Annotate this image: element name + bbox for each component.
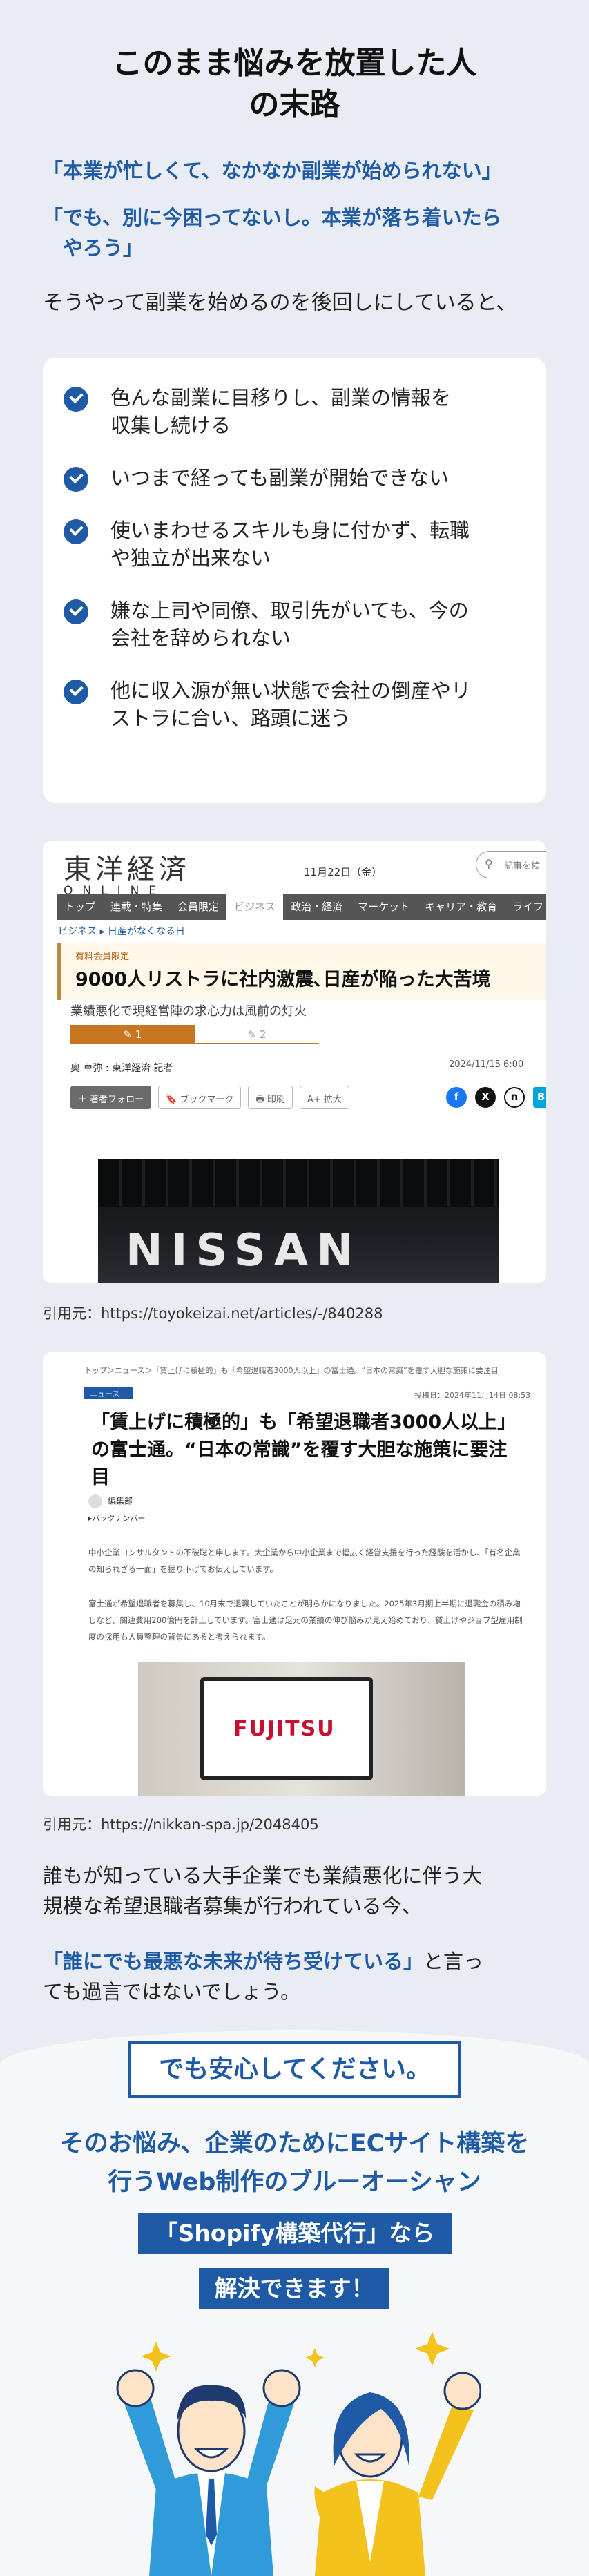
- member-badge: 有料会員限定: [75, 952, 130, 962]
- editor-name: 編集部: [88, 1494, 133, 1508]
- article-photo: FUJITSU: [138, 1662, 465, 1796]
- quote-3: やろう」: [43, 236, 144, 260]
- zoom-button[interactable]: A+ 拡大: [299, 1086, 349, 1109]
- nav-item[interactable]: 連載・特集: [103, 894, 170, 920]
- x-icon[interactable]: X: [475, 1087, 496, 1108]
- article-headline: 「賃上げに積極的」も「希望退職者3000人以上」の富士通。“日本の常識”を覆す大…: [91, 1412, 516, 1488]
- check-icon: [64, 519, 88, 544]
- quote-1: 「本業が忙しくて、なかなか副業が始められない」: [43, 159, 502, 182]
- lead-text: そうやって副業を始めるのを後回しにしていると、: [43, 291, 517, 315]
- title-line-2: の末路: [249, 87, 340, 122]
- relief-banner: でも安心してください。: [128, 2041, 461, 2098]
- search-icon: ⚲: [485, 857, 493, 870]
- search-input[interactable]: ⚲ 記事を検: [476, 851, 546, 878]
- social-buttons: f X n B!: [446, 1087, 546, 1108]
- search-placeholder: 記事を検: [504, 861, 541, 872]
- nav-item[interactable]: トップ: [57, 894, 103, 920]
- checklist-card: 色んな副業に目移りし、副業の情報を 収集し続ける いつまで経っても副業が開始できな…: [43, 358, 546, 803]
- article-photo: NISSAN: [98, 1159, 499, 1283]
- check-text: いつまで経っても副業が開始できない: [110, 466, 450, 490]
- breadcrumb[interactable]: ビジネス ▸ 日産がなくなる日: [58, 924, 185, 938]
- breadcrumb[interactable]: トップ＞ニュース＞「賃上げに積極的」も「希望退職者3000人以上」の富士通。“日…: [84, 1365, 499, 1376]
- check-item: 嫌な上司や同僚、取引先がいても、今の 会社を辞められない: [64, 597, 523, 652]
- brand-logo: 東洋経済: [64, 854, 191, 885]
- published-date: 2024/11/15 6:00: [449, 1059, 524, 1070]
- emphasis-text: 「誰にでも最悪な未来が待ち受けている」: [43, 1950, 424, 1973]
- author: 奥 卓弥 : 東洋経済 記者: [70, 1063, 173, 1074]
- facebook-icon[interactable]: f: [446, 1087, 467, 1108]
- nav-item[interactable]: キャリア・教育: [417, 894, 505, 920]
- body-paragraph-2: 「誰にでも最悪な未来が待ち受けている」と言っ ても過言ではないでしょう。: [43, 1950, 484, 2003]
- cta-pill-1: 「Shopify構築代行」なら: [138, 2213, 452, 2254]
- check-item: いつまで経っても副業が開始できない: [64, 464, 523, 492]
- check-text: 会社を辞められない: [110, 626, 291, 650]
- check-item: 他に収入源が無い状態で会社の倒産やリ ストラに合い、路頭に迷う: [64, 677, 523, 732]
- print-button[interactable]: 🖶 印刷: [248, 1086, 293, 1109]
- photo-logo: FUJITSU: [233, 1717, 336, 1741]
- article-paragraph: 富士通が希望退職者を募集し、10月末で退職していたことが明らかになりました。20…: [88, 1599, 523, 1642]
- note-icon[interactable]: n: [504, 1087, 525, 1108]
- check-icon: [64, 387, 88, 412]
- check-text: 色んな副業に目移りし、副業の情報を: [110, 386, 452, 410]
- rating-tab-1[interactable]: ✎ 1: [70, 1025, 195, 1044]
- check-item: 使いまわせるスキルも身に付かず、転職 や独立が出来ない: [64, 517, 523, 572]
- site-date: 11月22日（金）: [304, 866, 383, 878]
- citation-2: 引用元：https://nikkan-spa.jp/2048405: [43, 1816, 319, 1833]
- nav-item[interactable]: 会員限定: [170, 894, 226, 920]
- hatena-icon[interactable]: B!: [533, 1087, 546, 1108]
- cheering-people-illustration: [116, 2332, 481, 2576]
- article-actions: ＋ 著者フォロー 🔖 ブックマーク 🖶 印刷 A+ 拡大: [70, 1086, 349, 1109]
- check-text: 使いまわせるスキルも身に付かず、転職: [110, 519, 470, 542]
- check-text: や独立が出来ない: [110, 546, 271, 570]
- headline-box: 有料会員限定 9000人リストラに社内激震､日産が陥った大苦境: [57, 943, 546, 1000]
- nav-item-active[interactable]: ビジネス: [226, 894, 284, 920]
- page: { "heading": { "title_line1": "このまま悩みを放置…: [0, 0, 589, 2576]
- check-text: 他に収入源が無い状態で会社の倒産やリ: [110, 679, 472, 702]
- cta-line-2: 行うWeb制作のブルーオーシャン: [108, 2169, 481, 2196]
- photo-logo: NISSAN: [126, 1225, 362, 1276]
- check-icon: [64, 467, 88, 492]
- page-title: このまま悩みを放置した人 の末路: [0, 43, 589, 126]
- quote-2: 「でも、別に今困ってないし。本業が落ち着いたら: [43, 206, 502, 229]
- citation-1: 引用元：https://toyokeizai.net/articles/-/84…: [43, 1305, 383, 1322]
- body-paragraph-1: 誰もが知っている大手企業でも業績悪化に伴う大 規模な希望退職者募集が行われている…: [43, 1864, 483, 1918]
- article-screenshot-spa: トップ＞ニュース＞「賃上げに積極的」も「希望退職者3000人以上」の富士通。“日…: [43, 1352, 546, 1796]
- back-number-link[interactable]: ▸バックナンバー: [88, 1512, 146, 1524]
- check-icon: [64, 680, 88, 704]
- check-text: 収集し続ける: [110, 414, 231, 437]
- post-date: 投稿日：2024年11月14日 08:53: [414, 1391, 531, 1400]
- follow-button[interactable]: ＋ 著者フォロー: [70, 1086, 152, 1109]
- title-line-1: このまま悩みを放置した人: [112, 46, 477, 81]
- avatar: [88, 1494, 102, 1508]
- nav-item[interactable]: 政治・経済: [283, 894, 350, 920]
- check-text: ストラに合い、路頭に迷う: [110, 707, 351, 730]
- nav-item[interactable]: ライフ: [505, 894, 546, 920]
- site-nav: トップ 連載・特集 会員限定 ビジネス 政治・経済 マーケット キャリア・教育 …: [57, 894, 546, 920]
- rating-tab-2[interactable]: ✎ 2: [195, 1025, 319, 1044]
- article-screenshot-toyokeizai: 東洋経済 ONLINE 11月22日（金） ⚲ 記事を検 トップ 連載・特集 会…: [43, 841, 546, 1283]
- nav-item[interactable]: マーケット: [350, 894, 417, 920]
- article-paragraph: 中小企業コンサルタントの不破聡と申します。大企業から中小企業まで幅広く経営支援を…: [88, 1548, 521, 1574]
- cta-line-1: そのお悩み、企業のためにECサイト構築を: [59, 2130, 530, 2157]
- news-tag: ニュース: [84, 1387, 133, 1399]
- article-headline: 9000人リストラに社内激震､日産が陥った大苦境: [75, 969, 491, 990]
- article-subhead: 業績悪化で現経営陣の求心力は風前の灯火: [70, 1004, 307, 1019]
- check-text: 嫌な上司や同僚、取引先がいても、今の: [110, 599, 469, 622]
- check-item: 色んな副業に目移りし、副業の情報を 収集し続ける: [64, 384, 523, 439]
- bookmark-button[interactable]: 🔖 ブックマーク: [158, 1086, 242, 1109]
- check-icon: [64, 599, 88, 624]
- cta-pill-2: 解決できます！: [199, 2268, 389, 2309]
